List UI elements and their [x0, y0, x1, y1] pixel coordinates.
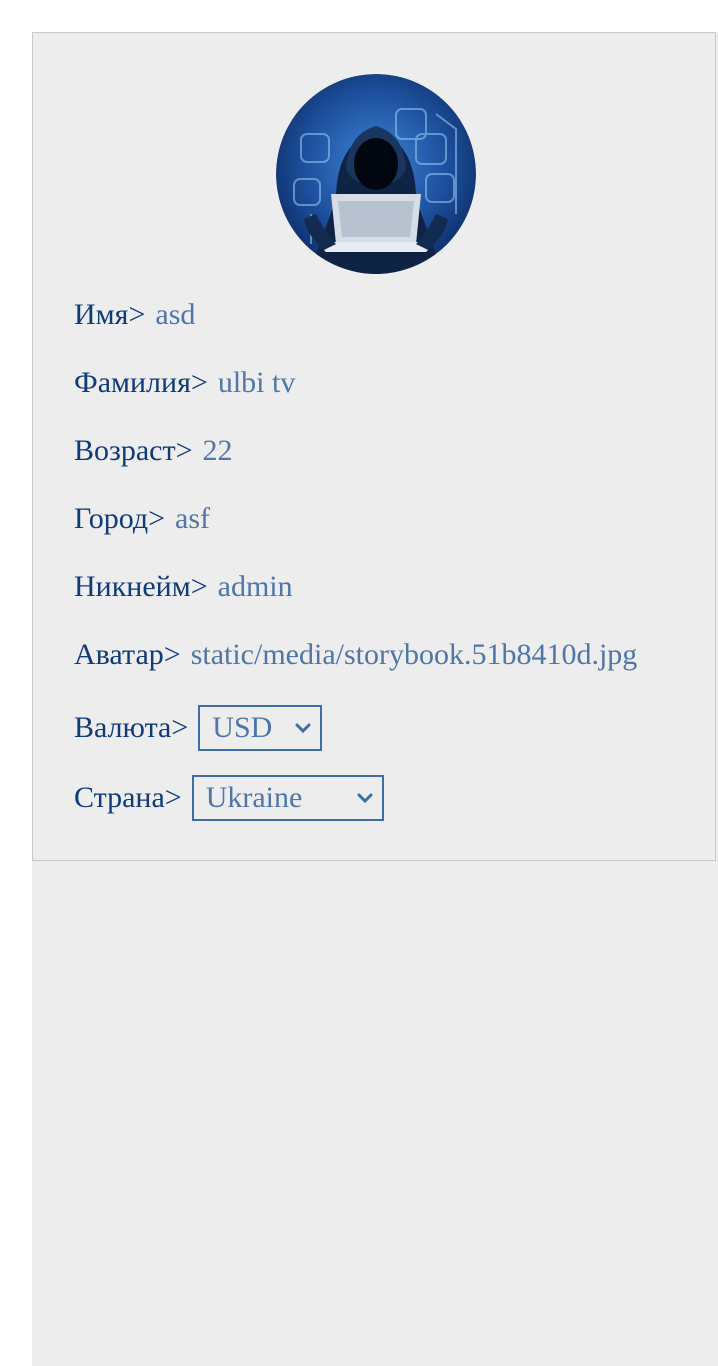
avatar-row: Аватар> static/media/storybook.51b8410d.…	[74, 638, 637, 672]
city-label: Город>	[74, 502, 166, 535]
country-select[interactable]: Ukraine	[191, 775, 384, 821]
username-label: Никнейм>	[74, 570, 208, 603]
last-name-value: ulbi tv	[217, 366, 296, 399]
profile-card: Имя> asd Фамилия> ulbi tv Возраст> 22 Го…	[32, 32, 716, 861]
currency-label: Валюта>	[74, 711, 189, 744]
country-selected-value: Ukraine	[205, 781, 303, 814]
chevron-down-icon	[357, 793, 373, 804]
hacker-avatar-icon	[276, 74, 476, 274]
first-name-value: asd	[155, 298, 196, 331]
first-name-row: Имя> asd	[74, 298, 195, 332]
username-value: admin	[217, 570, 293, 603]
country-label: Страна>	[74, 781, 182, 814]
currency-select[interactable]: USD	[198, 705, 323, 751]
avatar-label: Аватар>	[74, 638, 181, 671]
age-row: Возраст> 22	[74, 434, 233, 468]
country-row: Страна> Ukraine	[74, 773, 384, 823]
last-name-row: Фамилия> ulbi tv	[74, 366, 295, 400]
chevron-down-icon	[295, 723, 311, 734]
age-value: 22	[202, 434, 233, 467]
age-label: Возраст>	[74, 434, 193, 467]
city-row: Город> asf	[74, 502, 210, 536]
username-row: Никнейм> admin	[74, 570, 293, 604]
currency-selected-value: USD	[212, 711, 273, 744]
city-value: asf	[175, 502, 211, 535]
first-name-label: Имя>	[74, 298, 146, 331]
profile-avatar	[276, 74, 476, 274]
last-name-label: Фамилия>	[74, 366, 208, 399]
avatar-value: static/media/storybook.51b8410d.jpg	[190, 638, 638, 671]
currency-row: Валюта> USD	[74, 703, 323, 753]
